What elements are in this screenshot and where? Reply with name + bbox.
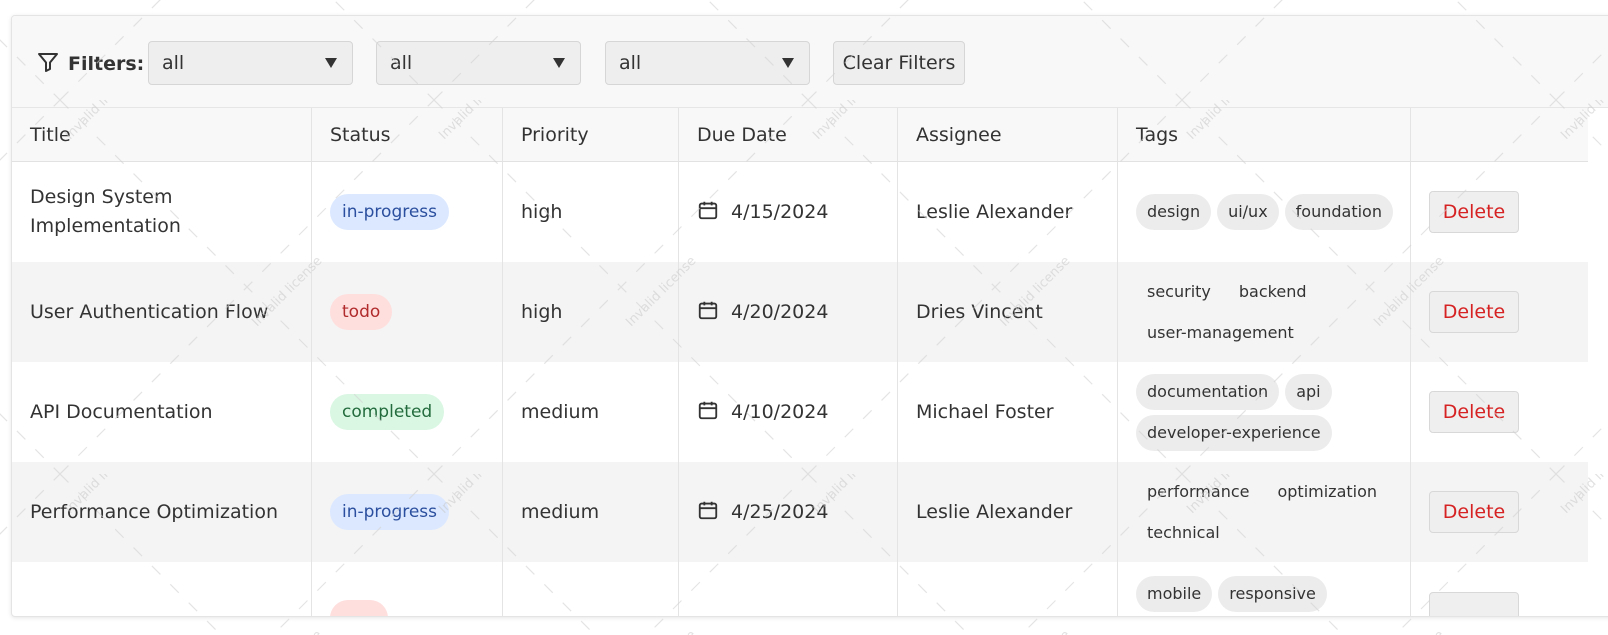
task-title: User Authentication Flow: [30, 300, 269, 323]
priority-filter-select[interactable]: all: [376, 41, 581, 85]
status-cell: in-progress: [312, 162, 503, 262]
table-header-row: Title Status Priority Due Date Assignee …: [12, 108, 1588, 162]
actions-cell: Delete: [1411, 262, 1588, 362]
assignee-cell: Leslie Alexander: [898, 162, 1118, 262]
status-filter-value: all: [162, 52, 185, 74]
filter-toolbar: Filters: all all all Clear Filters: [12, 16, 1608, 108]
tags-cell: security backend user-management: [1118, 262, 1411, 362]
tags-cell: documentation api developer-experience: [1118, 362, 1411, 462]
column-header-tags[interactable]: Tags: [1118, 108, 1411, 161]
status-badge: todo: [330, 294, 393, 330]
title-cell: User Authentication Flow: [12, 262, 312, 362]
task-title: Design System Implementation: [30, 186, 181, 237]
tag-chip: technical: [1147, 522, 1220, 542]
priority-filter-value: all: [390, 52, 413, 74]
due-date-cell: 4/10/2024: [679, 362, 898, 462]
tag-chip: foundation: [1284, 194, 1393, 230]
status-cell: in-progress: [312, 462, 503, 562]
due-date-cell: [679, 562, 898, 616]
status-filter-select[interactable]: all: [148, 41, 353, 85]
due-date-value: 4/15/2024: [731, 201, 829, 223]
tag-chip: ui/ux: [1217, 194, 1279, 230]
table-row[interactable]: API Documentation completed medium 4/10/…: [12, 362, 1588, 462]
filters-label-text: Filters:: [68, 53, 145, 75]
priority-cell: [503, 562, 679, 616]
clear-filters-button[interactable]: Clear Filters: [833, 41, 965, 85]
tag-chip: responsive: [1218, 576, 1327, 612]
column-header-actions: [1411, 108, 1588, 161]
caret-down-icon: [325, 58, 337, 68]
status-cell: [312, 562, 503, 616]
tag-chip: documentation: [1136, 373, 1280, 410]
table-row[interactable]: Performance Optimization in-progress med…: [12, 462, 1588, 562]
table-row[interactable]: Design System Implementation in-progress…: [12, 162, 1588, 262]
assignee-filter-select[interactable]: all: [605, 41, 810, 85]
status-badge: in-progress: [330, 494, 450, 530]
filters-label: Filters:: [36, 49, 144, 79]
actions-cell: Delete: [1411, 462, 1588, 562]
column-header-title[interactable]: Title: [12, 108, 312, 161]
task-title: API Documentation: [30, 400, 213, 423]
assignee-cell: Dries Vincent: [898, 262, 1118, 362]
due-date-cell: 4/25/2024: [679, 462, 898, 562]
tag-chip: design: [1136, 194, 1212, 230]
column-header-priority[interactable]: Priority: [503, 108, 679, 161]
delete-button[interactable]: Delete: [1429, 191, 1519, 233]
due-date-cell: 4/20/2024: [679, 262, 898, 362]
priority-cell: medium: [503, 362, 679, 462]
tags-cell: mobile responsive: [1118, 562, 1411, 616]
caret-down-icon: [553, 58, 565, 68]
delete-button[interactable]: Delete: [1429, 491, 1519, 533]
column-header-assignee[interactable]: Assignee: [898, 108, 1118, 161]
title-cell: API Documentation: [12, 362, 312, 462]
status-badge: in-progress: [330, 194, 450, 230]
status-badge: completed: [330, 394, 445, 430]
tag-chip: performance: [1147, 481, 1250, 501]
priority-cell: medium: [503, 462, 679, 562]
actions-cell: [1411, 562, 1588, 616]
calendar-icon: [697, 399, 719, 426]
due-date-value: 4/20/2024: [731, 301, 829, 323]
status-badge: [330, 600, 388, 616]
status-cell: todo: [312, 262, 503, 362]
status-cell: completed: [312, 362, 503, 462]
title-cell: Design System Implementation: [12, 162, 312, 262]
task-title: Performance Optimization: [30, 500, 278, 523]
actions-cell: Delete: [1411, 162, 1588, 262]
delete-button[interactable]: Delete: [1429, 291, 1519, 333]
calendar-icon: [697, 199, 719, 226]
calendar-icon: [697, 299, 719, 326]
priority-cell: high: [503, 262, 679, 362]
data-grid: Filters: all all all Clear Filters Title…: [11, 15, 1608, 617]
tags-cell: design ui/ux foundation: [1118, 162, 1411, 262]
assignee-cell: Leslie Alexander: [898, 462, 1118, 562]
due-date-cell: 4/15/2024: [679, 162, 898, 262]
due-date-value: 4/10/2024: [731, 401, 829, 423]
title-cell: [12, 562, 312, 616]
caret-down-icon: [782, 58, 794, 68]
assignee-filter-value: all: [619, 52, 642, 74]
filter-funnel-icon: [36, 50, 60, 79]
tag-chip: backend: [1238, 281, 1307, 301]
column-header-status[interactable]: Status: [312, 108, 503, 161]
priority-cell: high: [503, 162, 679, 262]
tag-chip: developer-experience: [1136, 414, 1332, 451]
tag-chip: security: [1147, 281, 1211, 301]
due-date-value: 4/25/2024: [731, 501, 829, 523]
delete-button[interactable]: [1429, 592, 1519, 616]
assignee-cell: Michael Foster: [898, 362, 1118, 462]
assignee-cell: [898, 562, 1118, 616]
tag-chip: optimization: [1277, 481, 1378, 501]
calendar-icon: [697, 499, 719, 526]
actions-cell: Delete: [1411, 362, 1588, 462]
tag-chip: user-management: [1147, 322, 1294, 342]
table-row[interactable]: User Authentication Flow todo high 4/20/…: [12, 262, 1588, 362]
column-header-due-date[interactable]: Due Date: [679, 108, 898, 161]
table-row[interactable]: mobile responsive: [12, 562, 1588, 616]
delete-button[interactable]: Delete: [1429, 391, 1519, 433]
tag-chip: mobile: [1136, 576, 1213, 612]
tag-chip: api: [1285, 373, 1332, 410]
tags-cell: performance optimization technical: [1118, 462, 1411, 562]
title-cell: Performance Optimization: [12, 462, 312, 562]
